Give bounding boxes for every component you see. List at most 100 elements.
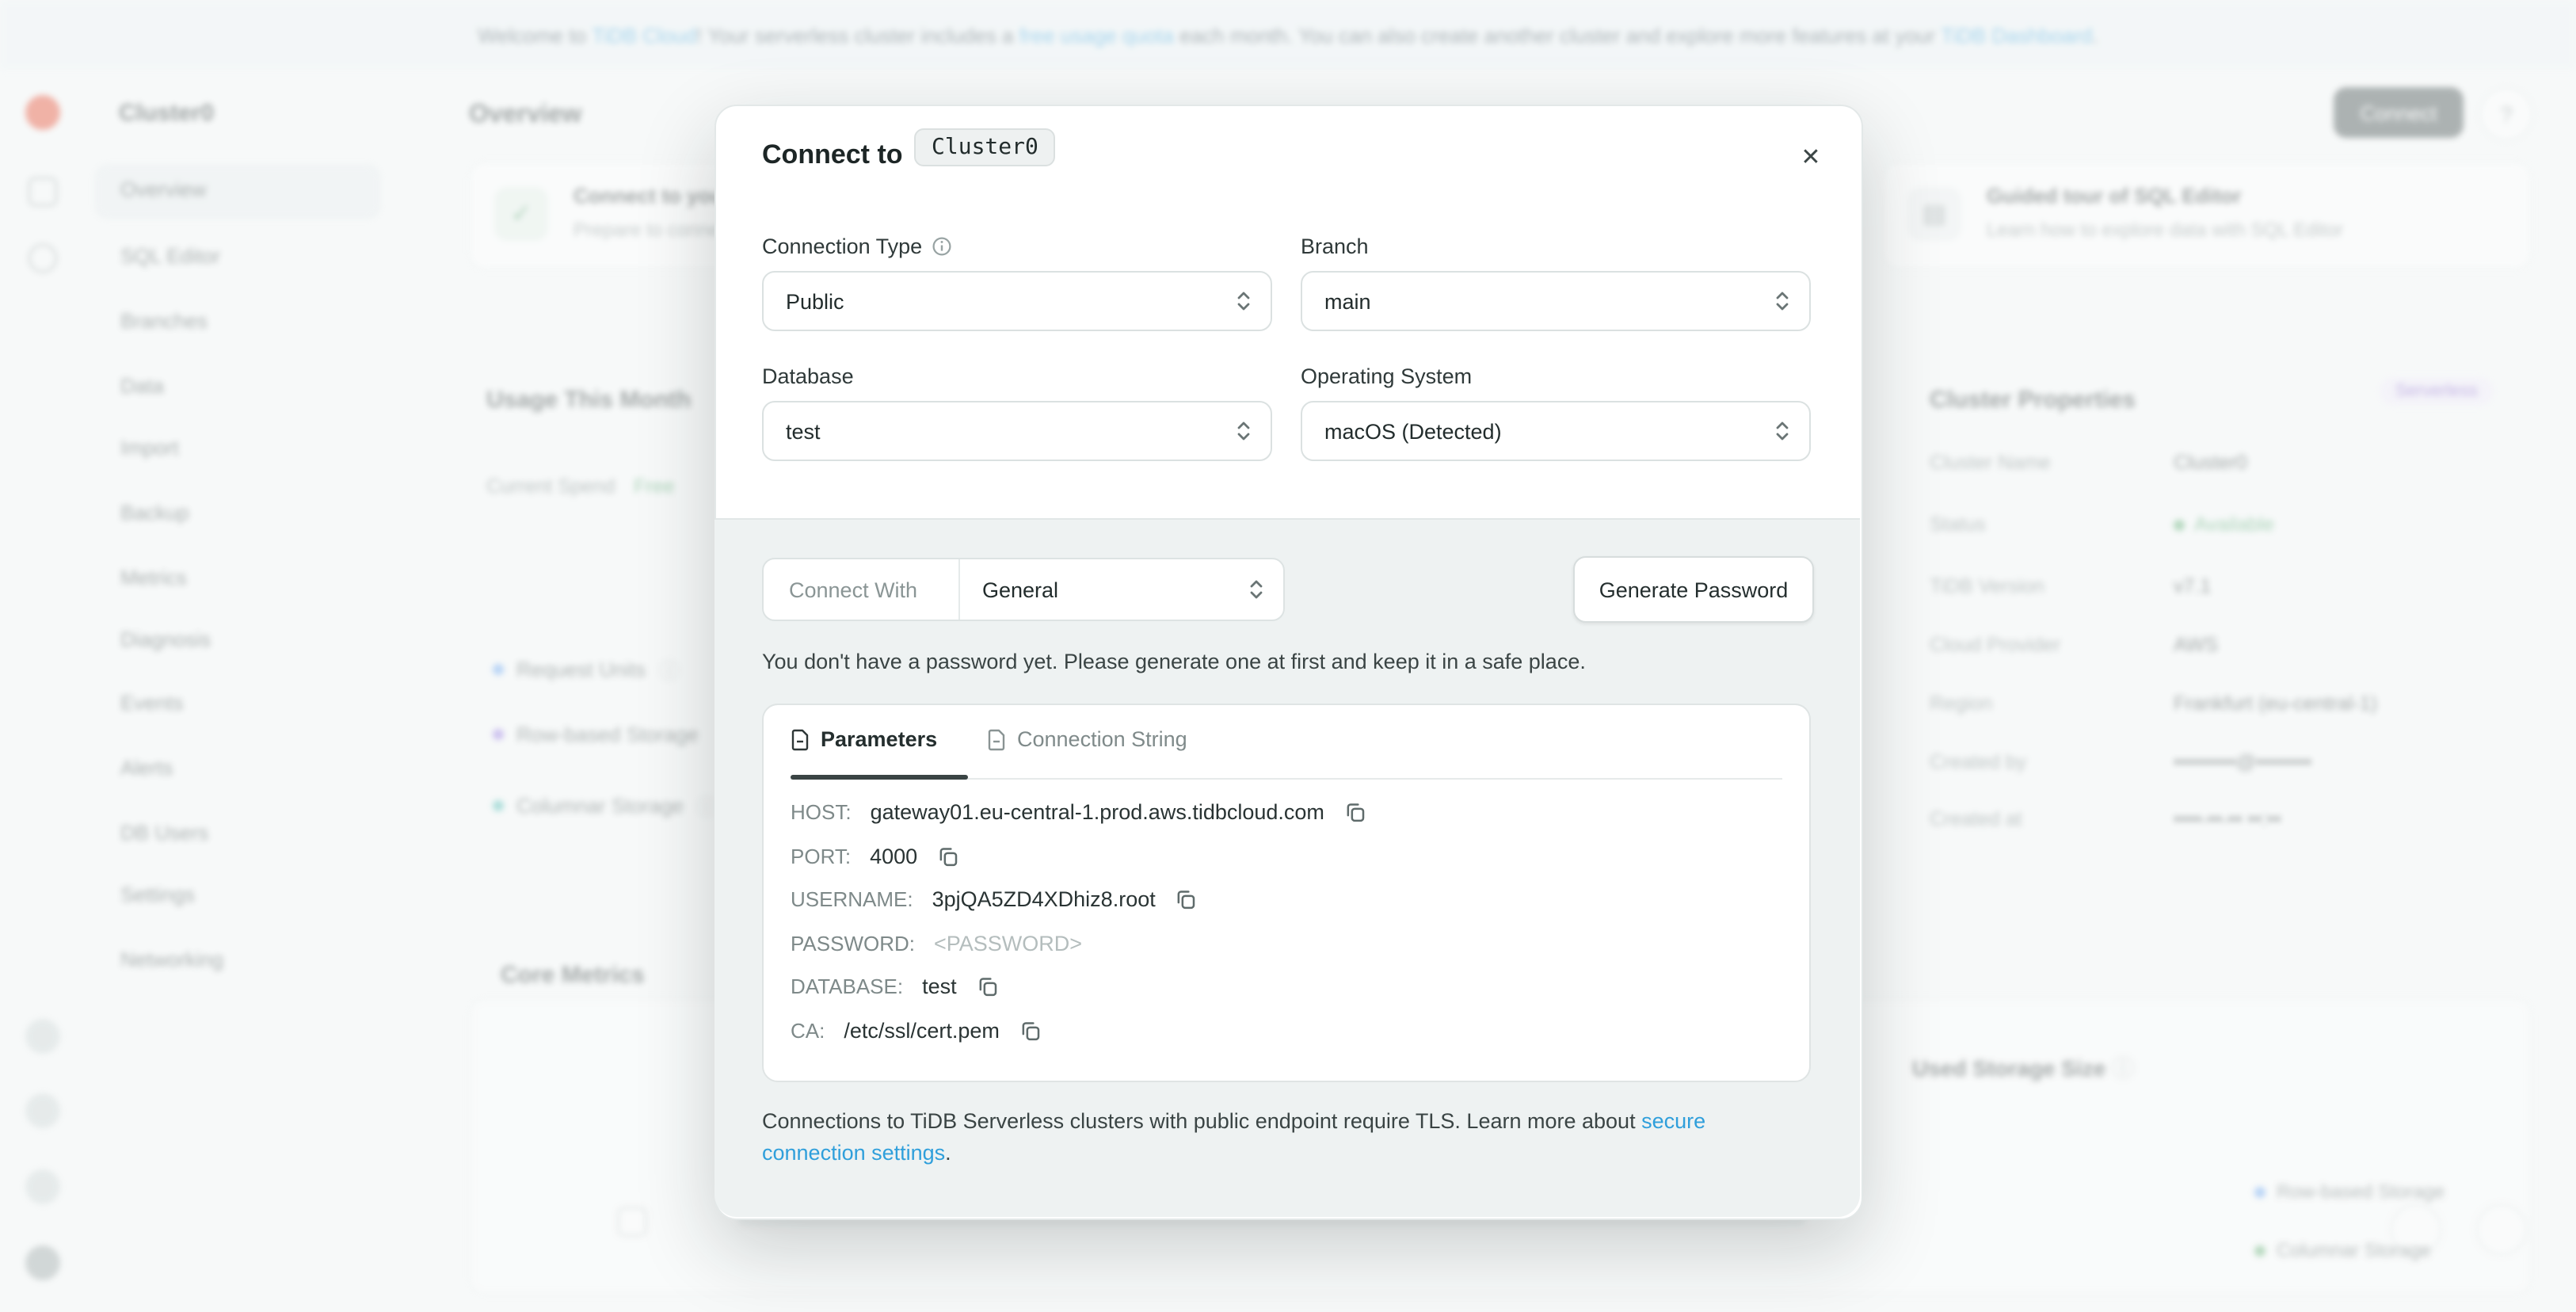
sidebar-item-diagnosis[interactable]: Diagnosis [120,627,211,659]
sidebar-item-alerts[interactable]: Alerts [120,756,173,788]
sidebar-item-networking[interactable]: Networking [120,948,223,979]
docs-icon[interactable] [25,1093,60,1128]
info-icon[interactable] [932,236,952,257]
tidb-logo-icon[interactable] [25,95,60,130]
close-icon[interactable]: ✕ [1790,136,1831,177]
core-metrics-heading: Core Metrics [501,962,645,989]
prop-label: TiDB Version [1930,575,2044,597]
help-button[interactable]: ? [2479,87,2533,141]
param-row-host: HOST:gateway01.eu-central-1.prod.aws.tid… [791,800,1367,824]
info-icon[interactable]: ⓘ [2112,1055,2134,1081]
connect-with-control: Connect With General [762,558,1285,621]
status-text: Available [2194,513,2274,536]
copy-icon[interactable] [936,845,960,868]
sidebar-item-settings[interactable]: Settings [120,883,195,914]
banner-text: Welcome to [478,23,592,47]
usage-item-row-storage: Row-based Storage [493,723,699,746]
connection-type-label: Connection Type [762,235,952,258]
onboarding-card-sql-tour[interactable] [1882,162,2532,269]
support-icon[interactable] [25,1169,60,1204]
sidebar-item-branches[interactable]: Branches [120,309,208,341]
tab-connection-string[interactable]: Connection String [987,727,1187,751]
welcome-banner: Welcome to TiDB Cloud! Your serverless c… [0,0,2576,70]
prop-label: Created at [1930,808,2022,830]
copy-icon[interactable] [1019,1019,1042,1043]
prop-value: Cluster0 [2174,452,2247,474]
param-row-database: DATABASE:test [791,974,1000,998]
legend-dot [493,729,504,740]
prop-value: •••••••••@•••••••• [2174,751,2311,773]
status-dot [2174,520,2185,531]
info-icon[interactable]: ⓘ [658,654,679,685]
tab-label: Connection String [1017,727,1187,751]
used-storage-label: Used Storage Size [1912,1055,2105,1081]
select-value: Public [786,289,844,313]
sidebar-item-data[interactable]: Data [120,374,164,406]
expand-button[interactable] [2476,1204,2527,1255]
sidebar-item-db-users[interactable]: DB Users [120,821,208,852]
cluster-name-heading: Cluster0 [119,100,214,127]
chevron-updown-icon [1248,575,1264,604]
cluster-properties-heading: Cluster Properties [1930,387,2136,414]
chevron-updown-icon [1774,417,1790,445]
sidebar-item-metrics[interactable]: Metrics [120,566,187,597]
banner-link-dashboard[interactable]: TiDB Dashboard [1941,23,2092,47]
sidebar-item-sql-editor[interactable]: SQL Editor [120,244,220,276]
status-badge: Available [2174,513,2274,536]
field-label: Operating System [1301,364,1472,388]
card-subtitle: Learn how to explore data with SQL Edito… [1987,219,2343,241]
prop-value: Frankfurt (eu-central-1) [2174,692,2377,715]
sidebar-item-import[interactable]: Import [120,436,179,467]
select-value: main [1324,289,1371,313]
usage-heading: Usage This Month [486,387,691,414]
database-select[interactable]: test [762,401,1272,461]
copy-icon[interactable] [1175,887,1198,911]
password-note: You don't have a password yet. Please ge… [762,650,1839,673]
tidb-cloud-app: Welcome to TiDB Cloud! Your serverless c… [0,0,2576,1312]
banner-link-tidb-cloud[interactable]: TiDB Cloud [592,23,696,47]
prop-value: AWS [2174,634,2218,656]
legend-dot [2254,1186,2265,1197]
banner-link-quota[interactable]: free usage quota [1019,23,1174,47]
param-value: test [922,974,957,998]
prop-label: Cloud Provider [1930,634,2060,656]
param-label: PASSWORD: [791,932,915,955]
banner-text: ! Your serverless cluster includes a [696,23,1019,47]
usage-item-label: Request Units [516,658,646,681]
connect-button[interactable]: Connect [2334,87,2464,138]
tab-parameters[interactable]: Parameters [791,727,937,751]
param-label: PORT: [791,845,851,868]
param-value-password-placeholder: <PASSWORD> [934,932,1082,955]
branch-select[interactable]: main [1301,271,1811,331]
gift-icon[interactable] [25,1019,60,1054]
database-label: Database [762,364,854,388]
prop-value: v7.1 [2174,575,2211,597]
generate-password-button[interactable]: Generate Password [1573,556,1814,623]
sidebar-item-backup[interactable]: Backup [120,501,189,532]
field-label: Database [762,364,854,388]
footer-suffix: . [945,1140,951,1164]
usage-item-columnar-storage: Columnar Storageⓘ [493,791,717,821]
connect-with-select[interactable]: General [960,559,1283,620]
param-row-password: PASSWORD: <PASSWORD> [791,932,1082,955]
select-value: macOS (Detected) [1324,419,1502,443]
sidebar-item-overview[interactable]: Overview [120,177,206,209]
sidebar-item-events[interactable]: Events [120,691,184,723]
param-label: CA: [791,1019,825,1043]
connection-type-select[interactable]: Public [762,271,1272,331]
banner-text: each month. You can also create another … [1174,23,1941,47]
legend-row-storage: Row-based Storage [2254,1180,2445,1203]
avatar[interactable] [25,1245,60,1280]
operating-system-select[interactable]: macOS (Detected) [1301,401,1811,461]
copy-icon[interactable] [1343,800,1367,824]
prop-label: Region [1930,692,1992,715]
operating-system-label: Operating System [1301,364,1472,388]
copy-icon[interactable] [976,974,1000,998]
current-spend-label: Current Spend [486,475,615,498]
chart-control-icon[interactable] [618,1207,646,1236]
chevron-updown-icon [1236,417,1252,445]
param-label: HOST: [791,800,852,824]
legend-dot [2254,1245,2265,1256]
param-row-ca: CA:/etc/ssl/cert.pem [791,1019,1042,1043]
tab-label: Parameters [821,727,937,751]
